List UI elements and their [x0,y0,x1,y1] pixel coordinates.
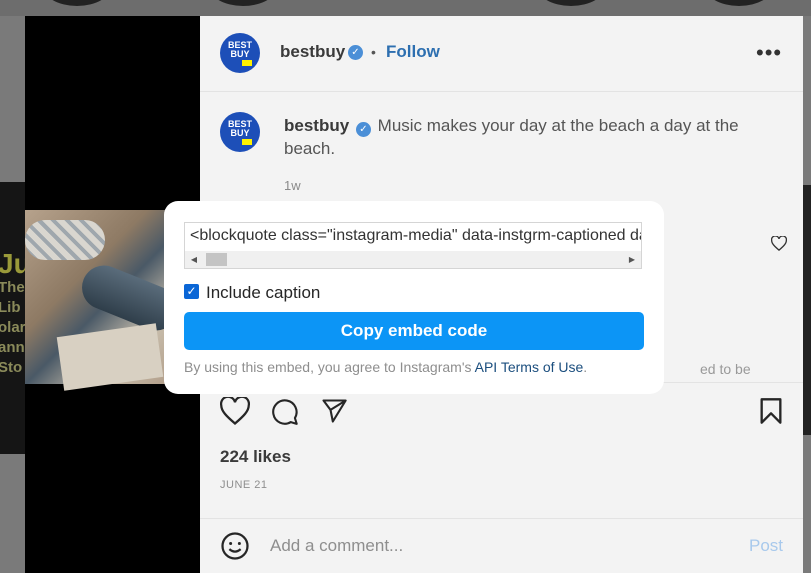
post-date[interactable]: JUNE 21 [220,479,268,491]
header-divider [200,91,803,92]
verified-badge-icon: ✓ [355,122,371,137]
post-comment-button[interactable]: Post [749,536,783,556]
post-caption: bestbuy ✓ Music makes your day at the be… [284,114,754,160]
avatar-text: BEST BUY [228,118,253,138]
share-icon[interactable] [319,397,349,425]
copy-embed-code-button[interactable]: Copy embed code [184,312,644,350]
comment-icon[interactable] [270,397,300,425]
caption-text: Music makes your day at the beach a day … [284,116,739,158]
comment-input[interactable] [270,536,710,556]
comment-like-heart-icon[interactable] [771,236,787,251]
post-header-username[interactable]: bestbuy [280,42,345,62]
follow-button[interactable]: Follow [386,42,440,62]
terms-suffix: . [583,359,588,375]
embed-code-box[interactable]: <blockquote class="instagram-media" data… [184,222,642,269]
avatar-tag [242,59,252,66]
avatar-text: BEST BUY [228,39,253,59]
heart-icon[interactable] [220,397,250,425]
comment-divider [200,518,803,519]
likes-count[interactable]: 224 likes [220,447,291,467]
partial-comment-text: ed to be [700,361,751,377]
terms-notice: By using this embed, you agree to Instag… [184,359,587,375]
header-separator: • [371,44,376,60]
verified-badge-icon: ✓ [348,45,363,60]
caption-time[interactable]: 1w [284,178,301,193]
terms-prefix: By using this embed, you agree to Instag… [184,359,472,375]
scrollbar-thumb[interactable] [206,253,227,266]
background-right-panel [803,185,811,435]
scroll-left-icon[interactable]: ◀ [187,251,201,268]
post-header-avatar[interactable]: BEST BUY [220,33,260,73]
checkbox-check-icon: ✓ [186,284,197,298]
image-pillow [56,323,164,391]
include-caption-label[interactable]: Include caption [206,283,320,303]
embed-code-text[interactable]: <blockquote class="instagram-media" data… [190,227,641,245]
api-terms-link[interactable]: API Terms of Use [475,359,584,375]
image-rope [25,220,105,260]
more-options-icon[interactable]: ••• [756,40,782,66]
caption-username[interactable]: bestbuy [284,116,349,135]
bookmark-icon[interactable] [758,397,784,425]
emoji-icon[interactable] [220,531,250,561]
horizontal-scrollbar[interactable]: ◀ ▶ [185,251,641,268]
include-caption-checkbox[interactable]: ✓ [184,284,199,299]
caption-avatar[interactable]: BEST BUY [220,112,260,152]
embed-dialog: <blockquote class="instagram-media" data… [164,201,664,394]
background-top-strip [0,0,811,16]
avatar-tag [242,138,252,145]
scroll-right-icon[interactable]: ▶ [625,251,639,268]
